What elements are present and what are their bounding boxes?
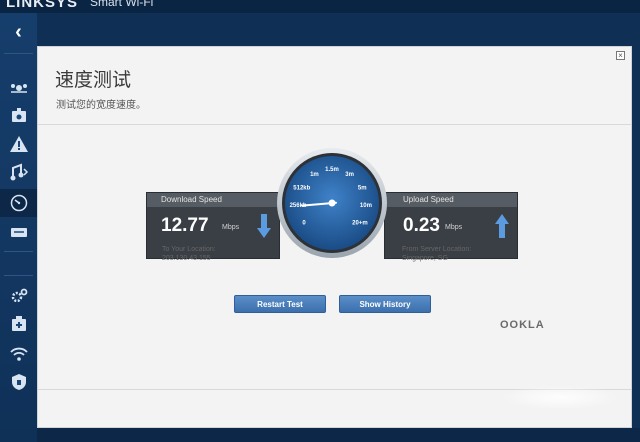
sidebar: ‹: [0, 13, 41, 442]
download-location-label: To Your Location:: [162, 246, 216, 253]
gauge-tick-label: 512kb: [293, 185, 310, 191]
restart-test-button[interactable]: Restart Test: [234, 295, 326, 313]
upload-arrow-icon: [495, 214, 509, 238]
speed-gauge: 0256kb512kb1m1.5m3m5m10m20+m: [277, 148, 387, 258]
upload-location-label: From Server Location:: [402, 246, 472, 253]
header-divider: [38, 124, 631, 125]
ookla-logo: OOKLA: [500, 319, 545, 331]
download-location-value: 203.130.43.155: [162, 255, 211, 262]
download-speed-unit: Mbps: [222, 224, 240, 231]
page-title: 速度测试: [55, 69, 132, 91]
close-icon[interactable]: ×: [616, 51, 625, 60]
troubleshooting-icon[interactable]: [0, 311, 37, 337]
product-name: Smart Wi-Fi: [90, 0, 154, 9]
top-bar: LINKSYS Smart Wi-Fi: [0, 0, 640, 13]
gauge-tick-label: 3m: [345, 172, 354, 178]
upload-speed-value: 0.23: [403, 215, 440, 236]
bottom-strip: [37, 428, 640, 442]
sidebar-divider: [4, 251, 33, 252]
back-chevron-icon[interactable]: ‹: [0, 17, 37, 47]
screen-glare: [500, 385, 620, 410]
gauge-tick-label: 1m: [310, 172, 319, 178]
media-prioritization-icon[interactable]: [0, 159, 37, 185]
gauge-tick-label: 10m: [360, 203, 372, 209]
page-subtitle: 测试您的宽度速度。: [56, 100, 146, 111]
warning-icon[interactable]: [0, 131, 37, 157]
download-speed-value: 12.77: [161, 215, 209, 236]
show-history-button[interactable]: Show History: [339, 295, 431, 313]
sidebar-divider: [4, 275, 33, 276]
download-speed-label: Download Speed: [147, 193, 279, 207]
upload-speed-label: Upload Speed: [385, 193, 517, 207]
speed-test-panel: × 速度测试 测试您的宽度速度。 Download Speed 12.77 Mb…: [37, 46, 632, 428]
upload-speed-unit: Mbps: [445, 224, 463, 231]
devices-icon[interactable]: [0, 75, 37, 101]
gauge-tick-label: 5m: [358, 185, 367, 191]
sidebar-divider: [4, 53, 33, 54]
gauge-tick-label: 1.5m: [325, 167, 339, 173]
connectivity-settings-icon[interactable]: [0, 283, 37, 309]
download-arrow-icon: [257, 214, 271, 238]
brand-logo: LINKSYS: [6, 0, 79, 11]
wireless-icon[interactable]: [0, 341, 37, 367]
speed-test-icon[interactable]: [0, 189, 41, 217]
upload-location-value: Singapore, SG: [402, 255, 448, 262]
gauge-hub: [328, 199, 336, 207]
parental-controls-icon[interactable]: [0, 103, 37, 129]
external-storage-icon[interactable]: [0, 219, 37, 245]
security-icon[interactable]: [0, 369, 37, 395]
gauge-tick-label: 20+m: [352, 221, 368, 227]
